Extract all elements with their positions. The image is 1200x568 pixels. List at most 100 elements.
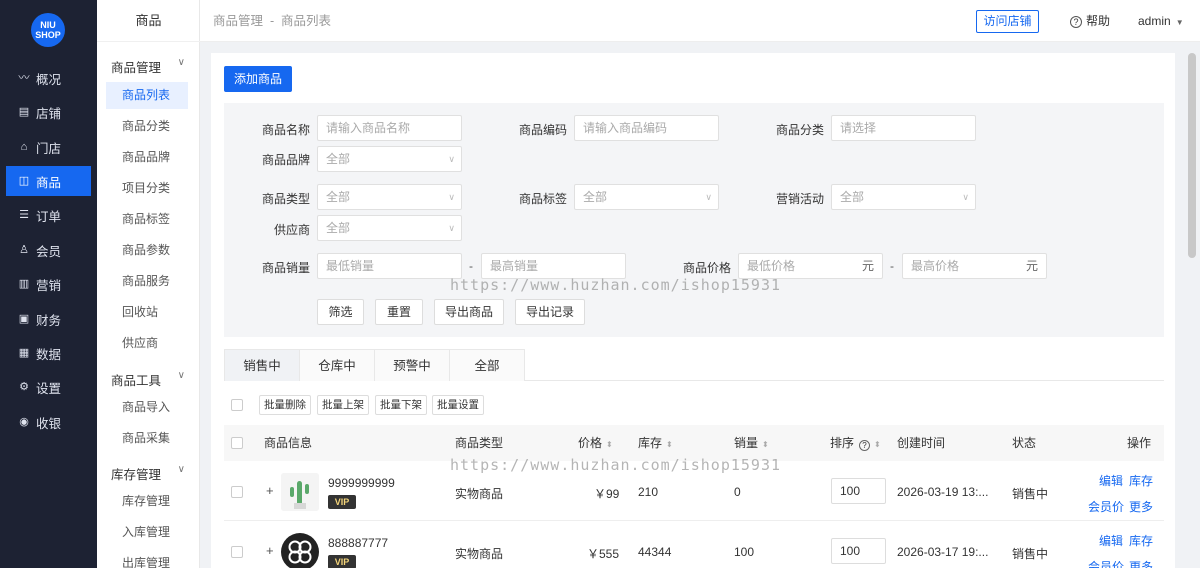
subnav-item-product-list[interactable]: 商品列表 (106, 82, 188, 109)
help-link[interactable]: ? 帮助 (1070, 0, 1110, 42)
range-dash: - (890, 259, 894, 273)
product-type-select[interactable]: 全部 ∨ (317, 184, 462, 210)
subnav-item-stock-in[interactable]: 入库管理 (106, 519, 188, 546)
nav-item-finance[interactable]: ▣ 财务 (6, 304, 91, 334)
supplier-select[interactable]: 全部 ∨ (317, 215, 462, 241)
nav-item-cashier[interactable]: ◉ 收银 (6, 407, 91, 437)
product-thumbnail[interactable] (281, 533, 319, 568)
sort-input[interactable]: 100 (831, 538, 886, 564)
batch-on-shelf-button[interactable]: 批量上架 (317, 395, 369, 415)
expand-icon[interactable]: + (266, 483, 274, 498)
batch-settings-button[interactable]: 批量设置 (432, 395, 484, 415)
member-price-link[interactable]: 会员价 (1088, 558, 1124, 568)
question-icon: ? (859, 440, 871, 451)
subnav-item-recycle[interactable]: 回收站 (106, 299, 188, 326)
th-stock[interactable]: 库存 ⬍ (638, 425, 673, 463)
label-product-tag: 商品标签 (518, 192, 567, 206)
product-category-select[interactable]: 请选择 (831, 115, 976, 141)
price-min-input[interactable]: 最低价格元 (738, 253, 883, 279)
reset-button[interactable]: 重置 (375, 299, 423, 325)
nav-item-store[interactable]: ▤ 店铺 (6, 97, 91, 127)
sales-max-input[interactable]: 最高销量 (481, 253, 626, 279)
subnav-item-service[interactable]: 商品服务 (106, 268, 188, 295)
subnav-item-import[interactable]: 商品导入 (106, 394, 188, 421)
product-name[interactable]: 9999999999 (328, 476, 395, 490)
price-max-input[interactable]: 最高价格元 (902, 253, 1047, 279)
visit-store-button[interactable]: 访问店铺 (976, 10, 1039, 33)
nav-item-marketing[interactable]: ▥ 营销 (6, 269, 91, 299)
subnav-group-inventory[interactable]: 库存管理 ∨ (111, 464, 191, 483)
chevron-down-icon: ∨ (448, 223, 455, 233)
nav-item-overview[interactable]: 〰概况 (6, 63, 91, 93)
filter-button[interactable]: 筛选 (317, 299, 364, 325)
stock-link[interactable]: 库存 (1129, 472, 1153, 489)
export-products-button[interactable]: 导出商品 (434, 299, 504, 325)
expand-icon[interactable]: + (266, 543, 274, 558)
export-records-button[interactable]: 导出记录 (515, 299, 585, 325)
nav-item-member[interactable]: ♙ 会员 (6, 235, 91, 265)
subnav-item-brand[interactable]: 商品品牌 (106, 144, 188, 171)
row-checkbox[interactable] (231, 486, 243, 498)
nav-item-data[interactable]: ▦ 数据 (6, 338, 91, 368)
subnav-item-collect[interactable]: 商品采集 (106, 425, 188, 452)
select-all-checkbox[interactable] (231, 399, 243, 411)
chevron-down-icon: ∨ (177, 370, 185, 381)
shop-front-icon: ⌂ (20, 141, 28, 153)
table-row: + 888887777 VIP 实物商品 ￥555 44344 100 100 … (224, 521, 1164, 568)
sort-input[interactable]: 100 (831, 478, 886, 504)
th-price[interactable]: 价格 ⬍ (578, 425, 613, 463)
subnav-group-product-manage[interactable]: 商品管理 ∨ (111, 57, 191, 76)
more-link[interactable]: 更多 (1129, 498, 1153, 515)
product-thumbnail[interactable] (281, 473, 319, 511)
product-name-input[interactable]: 请输入商品名称 (317, 115, 462, 141)
product-stock: 44344 (638, 545, 672, 559)
table-row: + 9999999999 VIP 实物商品 ￥99 210 0 100 2026… (224, 461, 1164, 521)
nav-item-order[interactable]: ☰ 订单 (6, 200, 91, 230)
gear-icon: ⚙ (19, 381, 29, 393)
subnav-item-tag[interactable]: 商品标签 (106, 206, 188, 233)
tab-warning[interactable]: 预警中 (374, 349, 450, 381)
product-stock: 210 (638, 485, 659, 499)
product-tag-select[interactable]: 全部 ∨ (574, 184, 719, 210)
subnav-item-params[interactable]: 商品参数 (106, 237, 188, 264)
th-sort[interactable]: 排序? ⬍ (830, 425, 881, 463)
vertical-scrollbar[interactable] (1188, 53, 1196, 258)
batch-delete-button[interactable]: 批量删除 (259, 395, 311, 415)
more-link[interactable]: 更多 (1129, 558, 1153, 568)
subnav-item-stock-manage[interactable]: 库存管理 (106, 488, 188, 515)
header-checkbox[interactable] (231, 437, 243, 449)
add-product-button[interactable]: 添加商品 (224, 66, 292, 92)
top-bar: 商品管理 - 商品列表 访问店铺 ? 帮助 admin ▼ (200, 0, 1200, 42)
sales-min-input[interactable]: 最低销量 (317, 253, 462, 279)
batch-off-shelf-button[interactable]: 批量下架 (375, 395, 427, 415)
product-brand-select[interactable]: 全部 ∨ (317, 146, 462, 172)
main-panel: 添加商品 商品名称 请输入商品名称 商品编码 请输入商品编码 商品分类 请选择 … (211, 53, 1175, 568)
edit-link[interactable]: 编辑 (1099, 532, 1123, 549)
th-created: 创建时间 (897, 436, 946, 450)
sort-icon: ⬍ (666, 440, 673, 449)
subnav-item-project-category[interactable]: 项目分类 (106, 175, 188, 202)
subnav-item-category[interactable]: 商品分类 (106, 113, 188, 140)
niushop-logo[interactable]: NIU SHOP (31, 13, 65, 47)
user-menu[interactable]: admin ▼ (1138, 0, 1184, 44)
promotion-select[interactable]: 全部 ∨ (831, 184, 976, 210)
th-sales[interactable]: 销量 ⬍ (734, 425, 769, 463)
product-code-input[interactable]: 请输入商品编码 (574, 115, 719, 141)
row-checkbox[interactable] (231, 546, 243, 558)
label-supplier: 供应商 (273, 223, 310, 237)
subnav-group-product-tools[interactable]: 商品工具 ∨ (111, 370, 191, 389)
vip-badge: VIP (328, 555, 356, 568)
member-price-link[interactable]: 会员价 (1088, 498, 1124, 515)
nav-item-branch[interactable]: ⌂ 门店 (6, 132, 91, 162)
nav-item-settings[interactable]: ⚙ 设置 (6, 372, 91, 402)
tab-all[interactable]: 全部 (449, 349, 525, 381)
edit-link[interactable]: 编辑 (1099, 472, 1123, 489)
tab-on-sale[interactable]: 销售中 (224, 349, 300, 381)
subnav-item-stock-out[interactable]: 出库管理 (106, 550, 188, 568)
tab-warehouse[interactable]: 仓库中 (299, 349, 375, 381)
subnav-item-supplier[interactable]: 供应商 (106, 330, 188, 357)
nav-item-product[interactable]: ◫ 商品 (6, 166, 91, 196)
stock-link[interactable]: 库存 (1129, 532, 1153, 549)
product-name[interactable]: 888887777 (328, 536, 388, 550)
th-ops: 操作 (1127, 436, 1152, 450)
